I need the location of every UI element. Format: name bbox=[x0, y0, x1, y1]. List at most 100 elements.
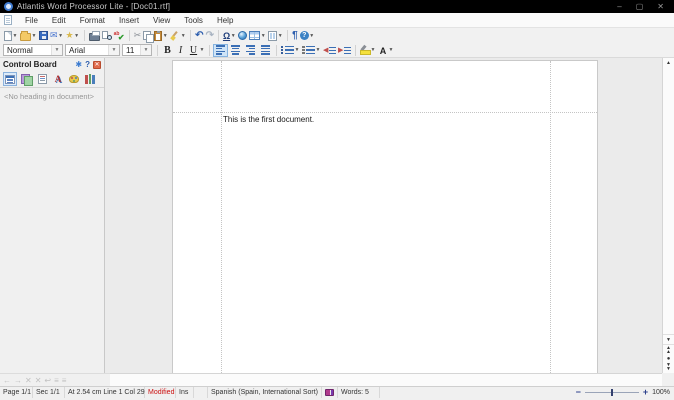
navigation-toolbar: ← → ✕ ✕ ↩ ≡ ≡ bbox=[0, 373, 110, 386]
chevron-down-icon[interactable]: ▼ bbox=[51, 45, 62, 55]
zoom-slider-thumb[interactable] bbox=[610, 389, 613, 396]
minimize-button[interactable]: – bbox=[617, 2, 621, 11]
menu-tools[interactable]: Tools bbox=[177, 14, 210, 27]
zoom-slider[interactable] bbox=[584, 389, 639, 396]
print-button[interactable] bbox=[88, 29, 101, 42]
document-text[interactable]: This is the first document. bbox=[223, 115, 314, 124]
bullet-list-button[interactable]: ▼ bbox=[280, 44, 301, 57]
style-combobox[interactable]: Normal ▼ bbox=[3, 44, 63, 56]
tab-clipboard[interactable] bbox=[19, 72, 33, 86]
status-cursor-position[interactable]: At 2.54 cm Line 1 Col 29 bbox=[65, 387, 145, 398]
menu-edit[interactable]: Edit bbox=[45, 14, 73, 27]
document-page[interactable]: This is the first document. bbox=[172, 60, 598, 373]
print-preview-button[interactable] bbox=[101, 29, 113, 42]
tab-colors[interactable] bbox=[67, 72, 81, 86]
align-justify-button[interactable] bbox=[258, 44, 273, 57]
main-area: Control Board ✱ ? ✕ A <No heading in doc… bbox=[0, 58, 674, 373]
save-button[interactable] bbox=[38, 29, 49, 42]
font-size-value: 11 bbox=[126, 45, 135, 55]
status-word-count[interactable]: Words: 5 bbox=[338, 387, 381, 398]
show-formatting-button[interactable]: ¶ bbox=[291, 29, 299, 42]
scroll-down-button[interactable]: ▼ bbox=[663, 334, 674, 344]
status-page[interactable]: Page 1/1 bbox=[0, 387, 33, 398]
italic-button[interactable]: I bbox=[174, 44, 187, 57]
help-button[interactable]: ? ▼ bbox=[299, 29, 316, 42]
horizontal-scrollbar[interactable] bbox=[110, 373, 662, 386]
next-page-button[interactable]: ▼ ▼ bbox=[663, 362, 674, 373]
panel-help-button[interactable]: ? bbox=[85, 60, 90, 69]
previous-heading-button[interactable]: ≡ bbox=[54, 375, 59, 386]
menu-view[interactable]: View bbox=[146, 14, 177, 27]
right-margin-guide bbox=[550, 61, 551, 373]
zoom-in-button[interactable]: + bbox=[643, 388, 648, 397]
fonts-icon: A bbox=[54, 74, 62, 84]
font-combobox[interactable]: Arial ▼ bbox=[65, 44, 120, 56]
zoom-out-button[interactable]: − bbox=[576, 388, 581, 397]
maximize-button[interactable]: ▢ bbox=[636, 2, 644, 11]
status-section[interactable]: Sec 1/1 bbox=[33, 387, 65, 398]
menu-file[interactable]: File bbox=[18, 14, 45, 27]
numbered-list-button[interactable]: ▼ bbox=[301, 44, 322, 57]
decrease-indent-button[interactable]: ◀ bbox=[322, 44, 337, 57]
help-icon: ? bbox=[299, 31, 309, 40]
font-size-combobox[interactable]: 11 ▼ bbox=[122, 44, 152, 56]
next-heading-button[interactable]: ≡ bbox=[62, 375, 67, 386]
status-language[interactable]: Spanish (Spain, International Sort) bbox=[208, 387, 323, 398]
next-edit-button[interactable]: ✕ bbox=[35, 375, 42, 386]
hyperlink-button[interactable] bbox=[237, 29, 248, 42]
underline-button[interactable]: U ▼ bbox=[187, 44, 206, 57]
menu-help[interactable]: Help bbox=[210, 14, 240, 27]
previous-edit-button[interactable]: ✕ bbox=[25, 375, 32, 386]
status-dictionary[interactable] bbox=[322, 387, 339, 398]
paste-button[interactable]: ▼ bbox=[153, 29, 169, 42]
email-button[interactable]: ✉ ▼ bbox=[49, 29, 65, 42]
bold-button[interactable]: B bbox=[161, 44, 174, 57]
status-insert-mode[interactable]: Ins bbox=[176, 387, 194, 398]
align-center-button[interactable] bbox=[228, 44, 243, 57]
top-margin-guide bbox=[173, 112, 597, 113]
panel-close-button[interactable]: ✕ bbox=[93, 60, 101, 69]
go-forward-button[interactable]: → bbox=[14, 375, 22, 386]
status-modified[interactable]: Modified bbox=[145, 387, 176, 398]
favorites-button[interactable]: ★ ▼ bbox=[65, 29, 81, 42]
tab-headings[interactable] bbox=[3, 72, 17, 86]
increase-indent-button[interactable]: ▶ bbox=[337, 44, 352, 57]
redo-button[interactable]: ↷ bbox=[205, 29, 215, 42]
chevron-down-icon[interactable]: ▼ bbox=[140, 45, 151, 55]
tab-bookmarks[interactable] bbox=[83, 72, 97, 86]
tab-styles[interactable] bbox=[35, 72, 49, 86]
document-workspace[interactable]: This is the first document. bbox=[105, 58, 662, 373]
spell-check-button[interactable]: ab ✔ bbox=[113, 29, 126, 42]
document-system-icon[interactable] bbox=[4, 15, 12, 25]
chevron-down-icon[interactable]: ▼ bbox=[108, 45, 119, 55]
close-button[interactable]: ✕ bbox=[657, 2, 664, 11]
menu-format[interactable]: Format bbox=[73, 14, 112, 27]
font-color-button[interactable]: A ▼ bbox=[377, 44, 395, 57]
align-left-button[interactable] bbox=[213, 43, 228, 57]
tab-fonts[interactable]: A bbox=[51, 72, 65, 86]
insert-table-button[interactable]: ▼ bbox=[248, 29, 267, 42]
open-button[interactable]: ▼ bbox=[19, 29, 38, 42]
vertical-scrollbar[interactable]: ▲ ▼ ▲ ▲ ● ▼ ▼ bbox=[662, 58, 674, 373]
insert-symbol-button[interactable]: Ω ▼ bbox=[222, 29, 237, 42]
headings-icon bbox=[5, 74, 15, 84]
gear-icon[interactable]: ✱ bbox=[75, 60, 82, 69]
undo-button[interactable]: ↶ bbox=[194, 29, 204, 42]
scroll-up-button[interactable]: ▲ bbox=[663, 58, 674, 68]
print-preview-icon bbox=[101, 30, 112, 41]
last-edit-button[interactable]: ↩ bbox=[44, 375, 51, 386]
format-painter-button[interactable]: ▼ bbox=[169, 29, 187, 42]
copy-button[interactable] bbox=[142, 29, 155, 43]
new-document-button[interactable]: ▼ bbox=[3, 29, 19, 42]
menu-insert[interactable]: Insert bbox=[112, 14, 146, 27]
previous-page-button[interactable]: ▲ ▲ bbox=[663, 344, 674, 356]
scrollbar-track[interactable] bbox=[663, 68, 674, 334]
clipboard-stack-icon bbox=[21, 74, 33, 86]
highlight-button[interactable]: ▼ bbox=[359, 44, 377, 57]
cut-button[interactable]: ✂ bbox=[133, 29, 143, 42]
headings-list[interactable]: <No heading in document> bbox=[0, 88, 104, 373]
control-board-header: Control Board ✱ ? ✕ bbox=[0, 58, 104, 71]
columns-button[interactable]: ▼ bbox=[267, 29, 284, 42]
go-back-button[interactable]: ← bbox=[3, 375, 11, 386]
align-right-button[interactable] bbox=[243, 44, 258, 57]
